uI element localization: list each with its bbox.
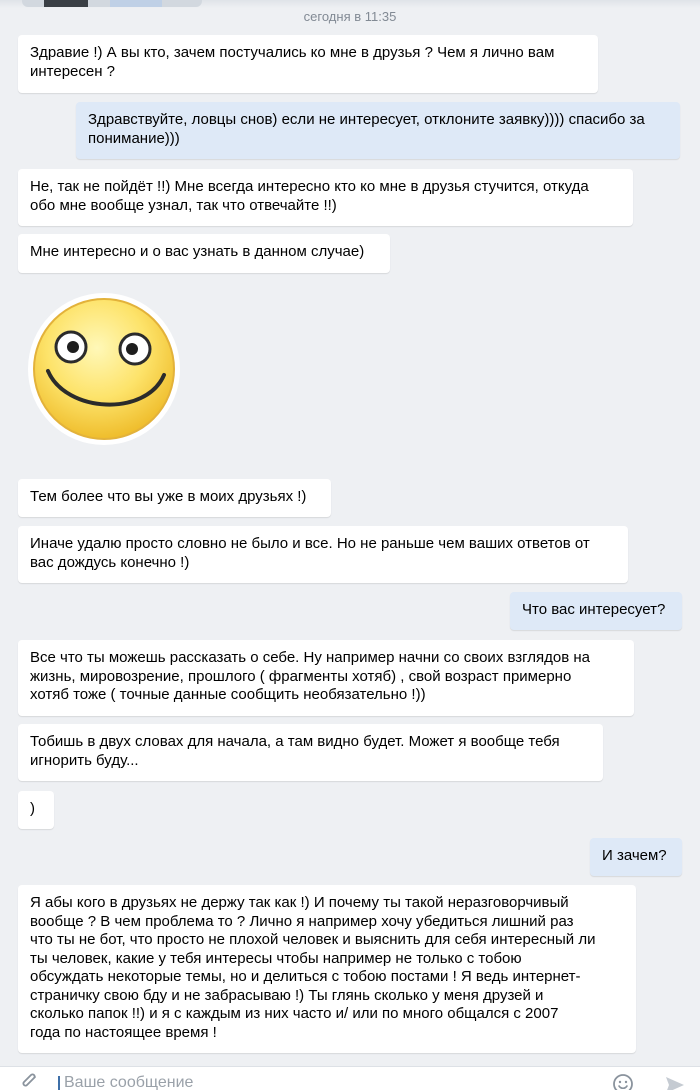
message-bubble[interactable]: Иначе удалю просто словно не было и все.…	[18, 526, 628, 583]
message-text-line: что ты не бот, что просто не плохой чело…	[30, 931, 596, 948]
send-icon[interactable]	[664, 1074, 686, 1090]
message-bubble[interactable]: Я абы кого в друзьях не держу так как !)…	[18, 885, 636, 1053]
message-text-line: Мне интересно и о вас узнать в данном сл…	[30, 243, 365, 260]
sticker-face	[33, 298, 175, 440]
message-text-line: обо мне вообще узнал, так что отвечайте …	[30, 196, 337, 214]
message-text-line: Иначе удалю просто словно не было и все.…	[30, 535, 590, 552]
message-bubble[interactable]: И зачем?	[590, 838, 682, 876]
message-bubble[interactable]: Здравие !) А вы кто, зачем постучались к…	[18, 35, 598, 93]
message-text-line: ты человек, какие у тебя интересы чтобы …	[30, 949, 522, 967]
message-text-line: понимание)))	[88, 129, 180, 147]
text-cursor	[58, 1076, 60, 1090]
message-bubble[interactable]: Все что ты можешь рассказать о себе. Ну …	[18, 640, 634, 716]
message-input[interactable]	[64, 1073, 564, 1090]
message-bubble[interactable]: Мне интересно и о вас узнать в данном сл…	[18, 234, 390, 273]
message-text-line: Все что ты можешь рассказать о себе. Ну …	[30, 649, 591, 666]
message-text-line: Что вас интересует?	[522, 601, 666, 618]
message-text-line: Не, так не пойдёт !!) Мне всегда интерес…	[30, 178, 589, 195]
message-bubble[interactable]: Что вас интересует?	[510, 592, 682, 630]
message-text-line: интересен ?	[30, 62, 116, 80]
message-text-line: )	[30, 800, 35, 817]
message-text-line: И зачем?	[602, 847, 667, 864]
emoji-icon[interactable]	[612, 1073, 634, 1090]
message-bubble[interactable]: Тобишь в двух словах для начала, а там в…	[18, 724, 603, 781]
message-text-line: вообще ? В чем проблема то ? Лично я нап…	[30, 912, 574, 930]
message-bubble[interactable]: Не, так не пойдёт !!) Мне всегда интерес…	[18, 169, 633, 226]
message-text-line: вас дождусь конечно !)	[30, 553, 190, 571]
message-bubble[interactable]: )	[18, 791, 54, 829]
message-bubble[interactable]: Здравствуйте, ловцы снов) если не интере…	[76, 102, 680, 159]
message-composer	[0, 1066, 700, 1090]
message-text-line: Я абы кого в друзьях не держу так как !)…	[30, 894, 569, 911]
message-text-line: Здравствуйте, ловцы снов) если не интере…	[88, 111, 645, 128]
message-text-line: игнорить буду...	[30, 751, 139, 769]
message-bubble[interactable]: Тем более что вы уже в моих друзьях !)	[18, 479, 331, 517]
message-text-line: жизнь, мировозрение, прошлого ( фрагмент…	[30, 667, 572, 685]
message-text-line: обсуждать некоторые темы, но и делиться …	[30, 968, 581, 985]
message-text-line: страничку свою бду и не забрасываю !) Ты…	[30, 986, 544, 1004]
message-text-line: Здравие !) А вы кто, зачем постучались к…	[30, 44, 555, 61]
message-text-line: хотяб тоже ( точные данные сообщить необ…	[30, 686, 426, 703]
message-text-line: сколько папок !!) и я с каждым из них ча…	[30, 1005, 559, 1022]
message-text-line: Тобишь в двух словах для начала, а там в…	[30, 733, 560, 750]
message-list[interactable]: Здравие !) А вы кто, зачем постучались к…	[0, 0, 700, 1090]
paperclip-icon[interactable]	[20, 1073, 42, 1090]
smiley-sticker[interactable]	[26, 291, 182, 447]
message-text-line: Тем более что вы уже в моих друзьях !)	[30, 488, 307, 505]
left-pupil	[67, 341, 79, 353]
right-pupil	[126, 343, 138, 355]
message-text-line: года по настоящее время !	[30, 1023, 217, 1041]
